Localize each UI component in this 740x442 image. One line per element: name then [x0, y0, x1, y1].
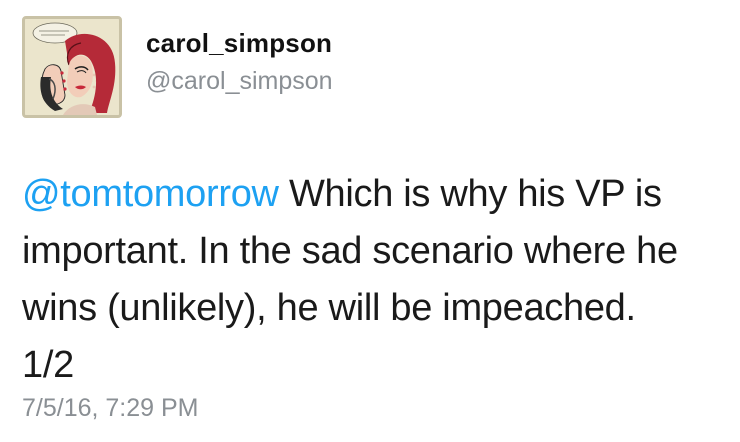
- avatar[interactable]: [22, 16, 122, 118]
- pop-art-woman-avatar-icon: [25, 19, 119, 115]
- tweet-card: carol_simpson @carol_simpson @tomtomorro…: [0, 0, 740, 442]
- tweet-text-line1: Which is why his VP is: [278, 173, 662, 215]
- mention-link[interactable]: @tomtomorrow: [22, 173, 279, 215]
- display-name[interactable]: carol_simpson: [146, 28, 332, 59]
- tweet-text: @tomtomorrow Which is why his VP is impor…: [22, 166, 727, 394]
- tweet-timestamp[interactable]: 7/5/16, 7:29 PM: [22, 394, 199, 423]
- tweet-text-line4: 1/2: [22, 344, 74, 386]
- tweet-text-line2: important. In the sad scenario where he: [22, 230, 678, 272]
- user-handle[interactable]: @carol_simpson: [146, 67, 333, 96]
- tweet-text-line3: wins (unlikely), he will be impeached.: [22, 287, 636, 329]
